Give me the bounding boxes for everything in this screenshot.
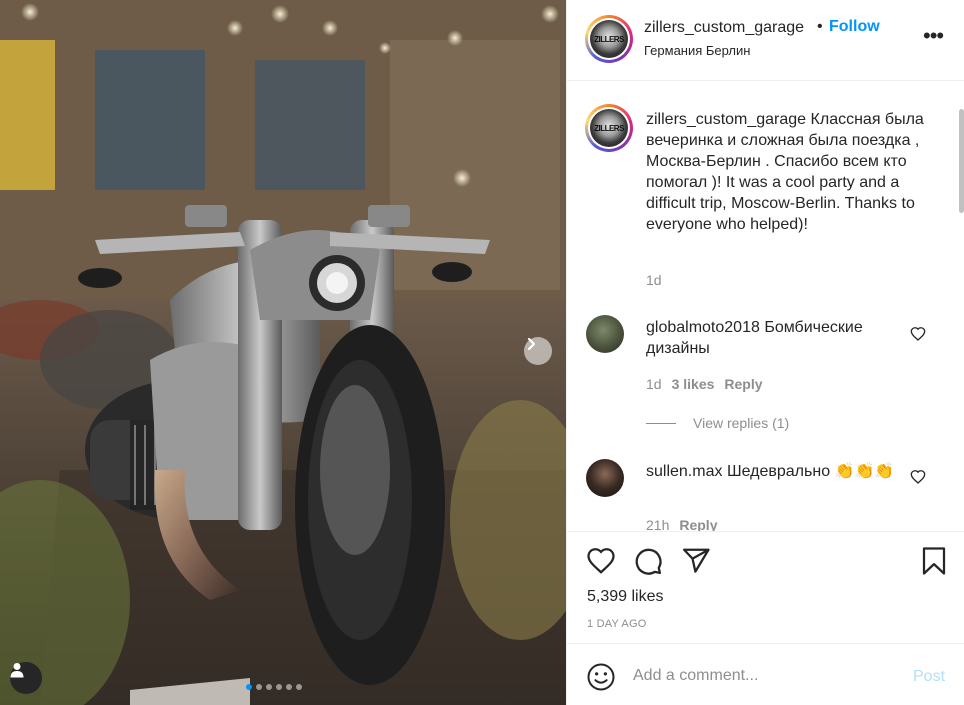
post-header: ZILLERS zillers_custom_garage • Follow Г… <box>567 0 964 81</box>
separator-dot: • <box>817 18 823 35</box>
follow-button[interactable]: Follow <box>829 18 880 36</box>
post-caption: zillers_custom_garage Классная была вече… <box>646 109 936 235</box>
comment-item: globalmoto2018 Бомбические дизайны <box>646 317 896 359</box>
post-photo[interactable] <box>0 0 566 705</box>
next-arrow-icon <box>527 337 536 351</box>
caption-author-avatar[interactable]: ZILLERS <box>585 104 633 152</box>
comment-username[interactable]: sullen.max <box>646 463 722 480</box>
comment-input[interactable] <box>633 664 893 688</box>
heart-icon[interactable] <box>585 546 617 576</box>
carousel-dot <box>246 684 252 690</box>
motorcycle-photo <box>0 0 566 705</box>
user-tag-icon <box>10 663 24 678</box>
comments-scrollbar[interactable] <box>959 109 964 213</box>
add-comment-bar: Post <box>567 643 964 705</box>
view-replies-label: View replies (1) <box>693 415 790 431</box>
carousel-dot <box>266 684 272 690</box>
comment-meta: 21h Reply <box>646 517 717 531</box>
tagged-users-button[interactable] <box>10 662 42 694</box>
reply-button[interactable]: Reply <box>724 376 762 392</box>
carousel-dot <box>256 684 262 690</box>
caption-text: Классная была вечеринка и сложная была п… <box>646 111 924 233</box>
post-location[interactable]: Германия Берлин <box>644 43 750 58</box>
carousel-dot <box>276 684 282 690</box>
commenter-avatar[interactable] <box>586 459 624 497</box>
author-avatar[interactable]: ZILLERS <box>585 15 633 63</box>
reply-button[interactable]: Reply <box>679 517 717 531</box>
replies-divider <box>646 422 676 424</box>
avatar-logo-text: ZILLERS <box>594 34 624 44</box>
view-replies-button[interactable]: View replies (1) <box>646 415 789 431</box>
next-photo-button[interactable] <box>524 337 552 365</box>
more-options-icon[interactable]: ••• <box>923 25 944 47</box>
like-comment-heart-icon[interactable] <box>910 326 926 342</box>
author-username[interactable]: zillers_custom_garage <box>644 19 804 37</box>
avatar-logo-text: ZILLERS <box>594 123 624 133</box>
carousel-dot <box>286 684 292 690</box>
post-sidebar: ZILLERS zillers_custom_garage • Follow Г… <box>566 0 964 705</box>
comment-likes[interactable]: 3 likes <box>672 376 715 392</box>
carousel-dot <box>296 684 302 690</box>
caption-time: 1d <box>646 272 662 288</box>
like-comment-heart-icon[interactable] <box>910 469 926 485</box>
post-actions: 5,399 likes 1 DAY AGO <box>567 531 964 643</box>
emoji-icon[interactable] <box>586 662 616 692</box>
caption-username[interactable]: zillers_custom_garage <box>646 111 806 128</box>
comment-item: sullen.max Шедеврально 👏👏👏 <box>646 461 896 482</box>
comment-time: 1d <box>646 376 662 392</box>
comments-section[interactable]: ZILLERS zillers_custom_garage Классная б… <box>567 81 964 531</box>
bookmark-icon[interactable] <box>919 545 949 577</box>
comment-icon[interactable] <box>633 546 663 576</box>
comment-meta: 1d 3 likes Reply <box>646 376 763 392</box>
likes-count[interactable]: 5,399 likes <box>587 588 664 606</box>
comment-text: Шедеврально 👏👏👏 <box>726 463 895 480</box>
share-icon[interactable] <box>681 546 711 576</box>
comment-time: 21h <box>646 517 670 531</box>
post-comment-button[interactable]: Post <box>913 668 945 686</box>
post-timestamp: 1 DAY AGO <box>587 618 647 630</box>
comment-username[interactable]: globalmoto2018 <box>646 319 760 336</box>
commenter-avatar[interactable] <box>586 315 624 353</box>
carousel-indicator <box>246 684 302 690</box>
